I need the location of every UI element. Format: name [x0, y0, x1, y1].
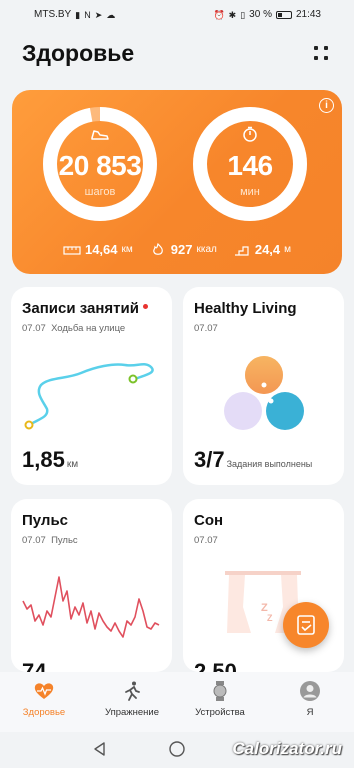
alarm-icon: ⏰ [213, 9, 225, 20]
workout-distance: 1,85 [22, 447, 65, 472]
user-icon [300, 681, 320, 701]
nav-health[interactable]: Здоровье [4, 680, 84, 718]
status-bar: MTS.BY ▮ N ➤ ☁ ⏰ ✱ ▯ 30 % 21:43 [0, 0, 354, 28]
stopwatch-icon [243, 126, 257, 142]
steps-label: шагов [84, 186, 116, 198]
healthy-circles [224, 356, 304, 430]
workout-date: 07.07 [22, 323, 46, 334]
steps-ring: 20 853 шагов [40, 104, 160, 224]
minutes-ring: 146 мин [190, 104, 310, 224]
signal-icon: ▮ [75, 9, 81, 20]
nav-devices-label: Устройства [195, 707, 245, 718]
floors-value: 24,4 [254, 242, 281, 257]
home-icon[interactable] [168, 740, 186, 758]
watermark: Calorizator.ru [232, 739, 342, 758]
menu-icon[interactable] [314, 46, 330, 62]
cloud-icon: ☁ [106, 9, 116, 20]
activity-rings-card[interactable]: i 20 853 шагов 146 мин 14,64 км 927 ккал… [12, 90, 342, 274]
sleep-date: 07.07 [194, 535, 218, 546]
workout-card-title: Записи занятий [22, 300, 139, 317]
svg-text:Z: Z [267, 613, 273, 623]
nav-exercise[interactable]: Упражнение [92, 680, 172, 718]
pulse-card-title: Пульс [22, 512, 69, 529]
bluetooth-icon: ✱ [228, 9, 237, 20]
watch-icon [213, 681, 227, 701]
workout-activity: Ходьба на улице [51, 323, 126, 334]
battery-percent: 30 % [249, 9, 272, 20]
info-icon[interactable]: i [319, 98, 334, 113]
healthy-date: 07.07 [194, 323, 218, 334]
activity-stats: 14,64 км 927 ккал 24,4 м [12, 242, 342, 257]
distance-stat: 14,64 км [63, 242, 133, 257]
floors-unit: м [284, 244, 292, 255]
notes-icon [297, 615, 315, 635]
floors-stat: 24,4 м [233, 242, 291, 257]
distance-icon [63, 245, 81, 255]
back-icon[interactable] [92, 741, 108, 757]
battery-icon [275, 10, 292, 19]
bottom-navigation: Здоровье Упражнение Устройства Я [0, 672, 354, 732]
heart-rate-card[interactable]: Пульс 07.07 Пульс 74 [11, 499, 172, 672]
new-dot [142, 304, 148, 309]
workout-records-card[interactable]: Записи занятий 07.07 Ходьба на улице 1,8… [11, 287, 172, 485]
distance-value: 14,64 [84, 242, 118, 257]
pulse-sparkline [22, 576, 160, 638]
telegram-icon: ➤ [94, 9, 103, 20]
minutes-value: 146 [227, 150, 273, 181]
page-title: Здоровье [22, 40, 135, 66]
calories-value: 927 [170, 242, 193, 257]
sleep-card[interactable]: Сон 07.07 Z Z 2 50 [183, 499, 344, 672]
healthy-caption: Задания выполнены [226, 459, 313, 469]
notes-fab[interactable] [283, 602, 329, 648]
vibrate-icon: ▯ [240, 9, 246, 20]
healthy-living-card[interactable]: Healthy Living 07.07 3/7 Задания выполнен… [183, 287, 344, 485]
minutes-label: мин [240, 186, 260, 198]
pulse-date: 07.07 [22, 535, 46, 546]
system-navigation-bar: Calorizator.ru [0, 732, 354, 768]
nav-health-label: Здоровье [22, 707, 66, 718]
sleep-value: 2 50 [194, 659, 237, 672]
distance-unit: км [121, 244, 133, 255]
workout-unit: км [66, 459, 79, 470]
carrier-label: MTS.BY [34, 9, 72, 20]
calories-stat: 927 ккал [149, 242, 217, 257]
route-map [24, 363, 154, 430]
healthy-card-title: Healthy Living [194, 300, 297, 317]
steps-value: 20 853 [58, 150, 142, 181]
stairs-icon [234, 245, 249, 256]
nfc-icon: N [84, 9, 91, 20]
nav-devices[interactable]: Устройства [180, 680, 260, 718]
flame-icon [152, 242, 163, 255]
nav-exercise-label: Упражнение [104, 707, 160, 718]
sleep-card-title: Сон [194, 512, 224, 529]
clock: 21:43 [295, 9, 321, 20]
heart-icon [34, 683, 54, 699]
shoe-icon [91, 130, 109, 140]
calories-unit: ккал [196, 244, 217, 255]
pulse-subtitle: Пульс [51, 535, 78, 546]
runner-icon [125, 681, 140, 701]
nav-me-label: Я [306, 707, 314, 718]
pulse-value: 74 [22, 659, 47, 672]
healthy-progress: 3/7 [194, 447, 225, 472]
nav-me[interactable]: Я [270, 680, 350, 718]
